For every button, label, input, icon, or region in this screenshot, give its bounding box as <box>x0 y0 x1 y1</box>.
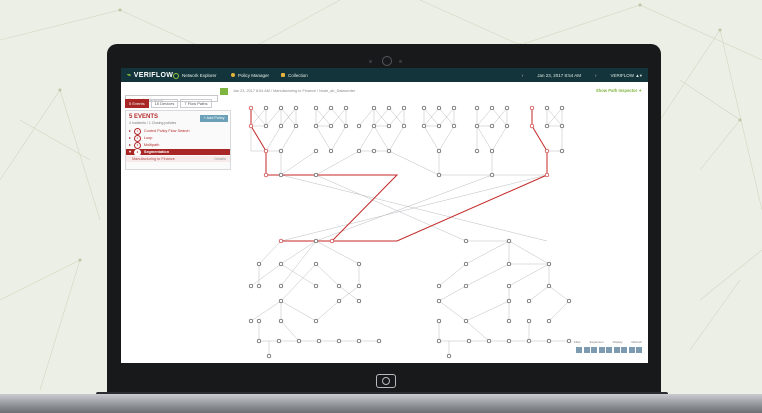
tab-flow-paths[interactable]: 7 Flow Paths <box>180 99 212 108</box>
nav-label: Collection <box>288 72 308 78</box>
event-number: 4 <box>133 149 141 156</box>
tool-label-display: Display <box>612 340 623 344</box>
event-item-selected[interactable]: ▾ 4 Segmentation <box>126 149 230 156</box>
sub-item-label: Manufacturing to Finance <box>132 157 175 161</box>
logo-text: VERIFLOW <box>133 72 174 79</box>
event-number: 2 <box>133 135 141 142</box>
filter-clear-icon[interactable] <box>583 347 590 353</box>
show-path-inspector-link[interactable]: Show Path Inspector ✦ <box>596 88 642 93</box>
sensor-dot <box>399 60 402 63</box>
event-label: Multipath <box>143 143 160 147</box>
app-logo[interactable]: ⌁ VERIFLOW <box>127 71 173 79</box>
nav-item-collection[interactable]: Collection <box>281 73 308 78</box>
event-number: 1 <box>133 128 141 135</box>
camera-icon <box>382 56 392 66</box>
graph-toolbar <box>576 347 642 353</box>
inspector-label: Show Path Inspector <box>595 88 638 93</box>
sensor-dot <box>369 60 372 63</box>
tab-events[interactable]: 5 Events <box>125 99 149 108</box>
expand-icon[interactable] <box>591 347 597 353</box>
prev-arrow-icon[interactable]: ‹ <box>522 73 524 79</box>
event-sub-item[interactable]: Manufacturing to Finance Details <box>126 156 230 162</box>
event-number: 3 <box>133 142 141 149</box>
nav-label: Policy Manager <box>238 72 270 78</box>
filter-icon[interactable] <box>576 347 582 353</box>
event-label: Loop <box>143 136 153 140</box>
event-label: Segmentation <box>143 150 170 154</box>
topology-nodes <box>248 105 572 359</box>
tool-labels: Filter Expansion Display Refresh <box>574 340 642 344</box>
add-policy-button[interactable]: + Add Policy <box>200 115 228 122</box>
user-name: VERIFLOW <box>610 72 635 78</box>
events-subtitle: 4 Incidents / 1 Closing policies <box>129 121 177 125</box>
layout-icon[interactable] <box>628 347 635 353</box>
topbar-right: ‹ Jan 23, 2017 8:54 AM › VERIFLOW ▲▾ <box>522 73 642 79</box>
search-button[interactable] <box>220 88 228 95</box>
user-menu[interactable]: VERIFLOW ▲▾ <box>611 73 642 79</box>
nav-item-policy-manager[interactable]: Policy Manager <box>231 73 269 78</box>
network-topology-graph[interactable] <box>229 96 648 363</box>
zoom-out-icon[interactable] <box>613 347 620 353</box>
zoom-in-icon[interactable] <box>606 347 612 353</box>
snapshot-date[interactable]: Jan 23, 2017 8:54 AM <box>537 73 581 79</box>
tool-label-expansion: Expansion <box>589 340 604 344</box>
left-tabs: 5 Events 15 Devices 7 Flow Paths <box>125 99 212 108</box>
topology-links <box>250 107 570 356</box>
refresh-icon[interactable] <box>636 347 642 353</box>
folder-icon <box>281 73 285 77</box>
top-navigation-bar: ⌁ VERIFLOW Network Explorer Policy Manag… <box>121 68 648 82</box>
event-label: Control Policy Flow Search <box>143 129 190 133</box>
search-icon <box>173 72 179 79</box>
left-panel: Search the Network 5 Events 15 Devices 7… <box>125 88 231 363</box>
tool-label-filter: Filter <box>573 340 581 344</box>
fit-icon[interactable] <box>621 347 627 353</box>
next-arrow-icon[interactable]: › <box>595 73 597 79</box>
nav-label: Network Explorer <box>182 73 217 78</box>
laptop-base <box>0 394 762 413</box>
tab-devices[interactable]: 15 Devices <box>150 99 179 108</box>
app-screen: ⌁ VERIFLOW Network Explorer Policy Manag… <box>121 68 648 363</box>
breadcrumb: Jan 23, 2017 8:54 AM / Manufacturing to … <box>233 89 356 93</box>
details-link[interactable]: Details <box>214 156 226 162</box>
gear-icon: ✦ <box>638 88 642 93</box>
tool-label-refresh: Refresh <box>631 340 642 344</box>
nav-item-network-explorer[interactable]: Network Explorer <box>173 72 217 79</box>
home-button-icon <box>376 374 396 388</box>
logo-mark-icon: ⌁ <box>127 72 132 79</box>
shield-icon <box>231 73 235 77</box>
collapse-icon[interactable] <box>598 347 605 353</box>
events-title: 5 EVENTS <box>129 114 159 120</box>
event-item[interactable]: ▸ 3 Multipath <box>129 142 228 149</box>
events-panel: 5 EVENTS 4 Incidents / 1 Closing policie… <box>125 110 231 170</box>
event-item[interactable]: ▸ 1 Control Policy Flow Search <box>129 128 228 135</box>
event-item[interactable]: ▸ 2 Loop <box>129 135 228 142</box>
